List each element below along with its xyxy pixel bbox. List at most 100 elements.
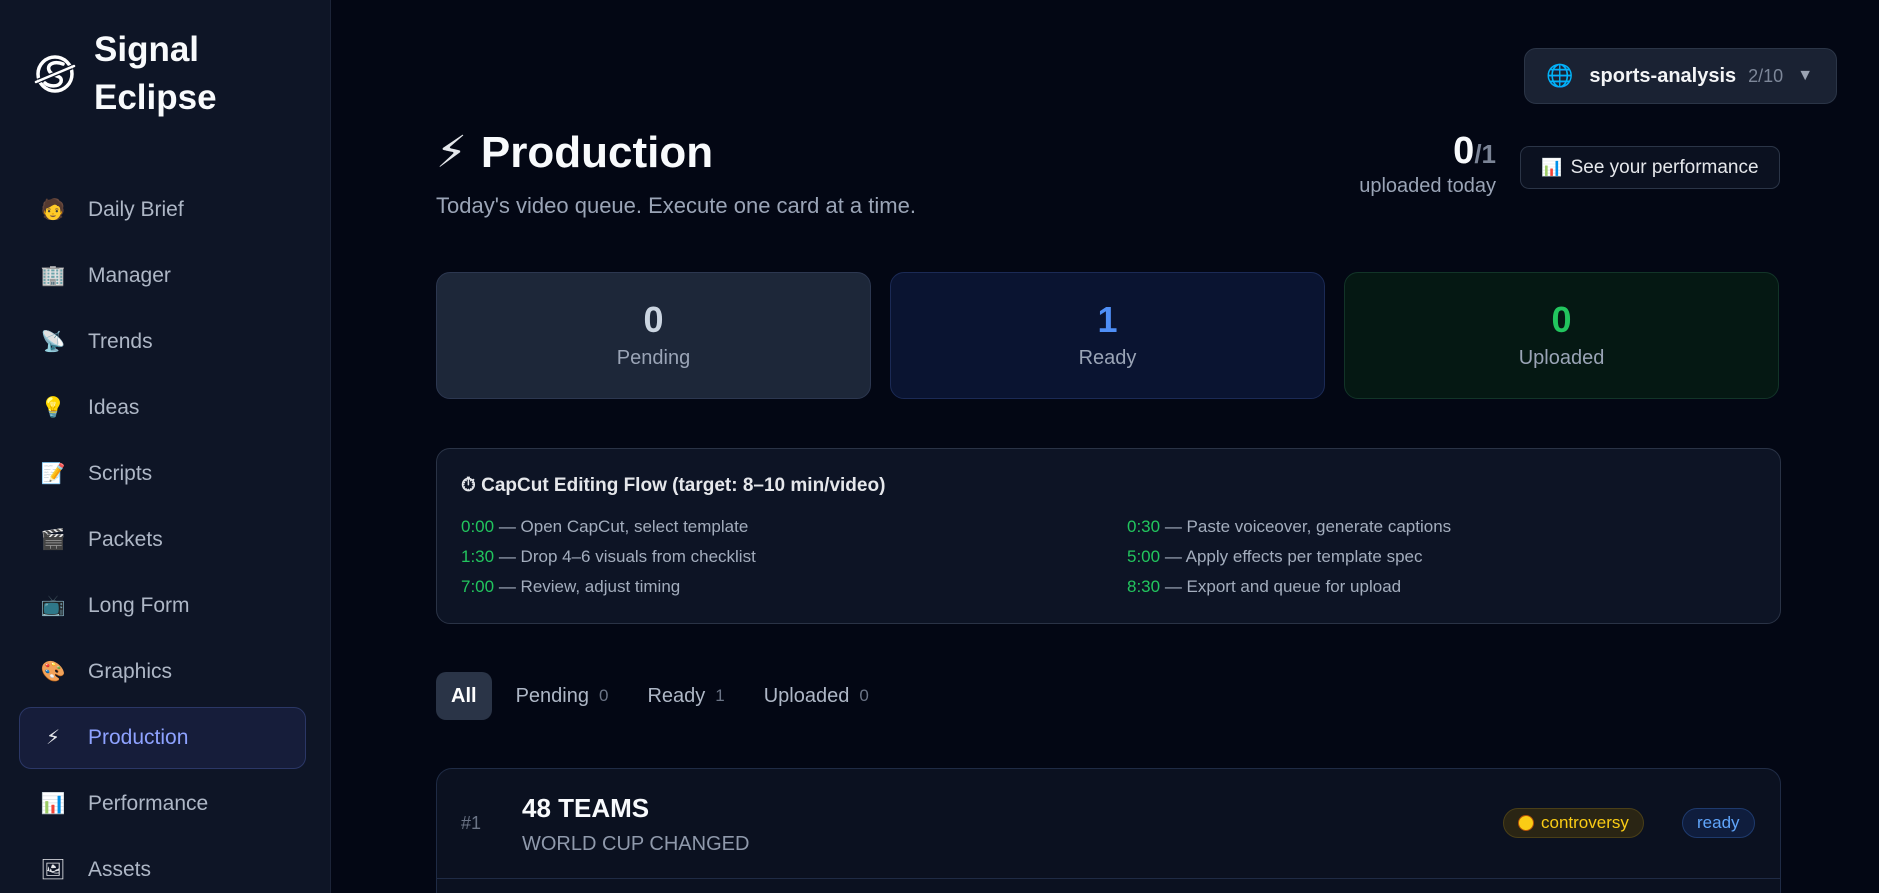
category-badge: controversy	[1503, 808, 1644, 838]
editing-flow-panel: ⏱ CapCut Editing Flow (target: 8–10 min/…	[436, 448, 1781, 624]
stat-value: 0	[1551, 299, 1572, 340]
satellite-dish-icon: 📡	[40, 331, 66, 353]
flow-step: 0:30 — Paste voiceover, generate caption…	[1127, 517, 1451, 537]
person-icon: 🧑	[40, 199, 66, 221]
uploaded-count: 0	[1453, 130, 1475, 172]
stat-label: Pending	[616, 347, 691, 369]
flow-step-text: — Review, adjust timing	[498, 577, 681, 596]
tab-label: Pending	[515, 684, 589, 707]
sidebar-item-label: Manager	[88, 264, 171, 287]
palette-icon: 🎨	[40, 661, 66, 683]
sidebar-item-production[interactable]: ⚡ Production	[19, 707, 306, 769]
building-icon: 🏢	[40, 265, 66, 287]
sidebar-item-manager[interactable]: 🏢 Manager	[19, 245, 306, 307]
sidebar-item-daily-brief[interactable]: 🧑 Daily Brief	[19, 179, 306, 241]
flow-step-text: — Apply effects per template spec	[1164, 547, 1423, 566]
clapperboard-icon: 🎬	[40, 529, 66, 551]
sidebar-nav: 🧑 Daily Brief 🏢 Manager 📡 Trends 💡 Ideas…	[19, 179, 306, 893]
tab-label: Ready	[647, 684, 706, 707]
memo-icon: 📝	[40, 463, 66, 485]
video-card[interactable]: #1 48 TEAMS WORLD CUP CHANGED controvers…	[436, 768, 1781, 893]
stat-label: Uploaded	[1518, 347, 1605, 369]
tab-ready[interactable]: Ready 1	[632, 672, 739, 720]
sidebar-item-trends[interactable]: 📡 Trends	[19, 311, 306, 373]
lightning-icon: ⚡	[45, 727, 61, 749]
workspace-selector[interactable]: 🌐 sports-analysis 2/10 ▼	[1524, 48, 1837, 104]
see-performance-label: See your performance	[1570, 156, 1759, 178]
tab-all[interactable]: All	[436, 672, 492, 720]
bar-chart-icon: 📊	[1541, 157, 1563, 177]
lightning-icon: ⚡	[436, 128, 467, 177]
sidebar-item-ideas[interactable]: 💡 Ideas	[19, 377, 306, 439]
flow-step-time: 7:00	[461, 577, 495, 596]
flow-step-text: — Paste voiceover, generate captions	[1164, 517, 1452, 536]
card-subtitle: WORLD CUP CHANGED	[522, 833, 750, 855]
lightbulb-icon: 💡	[40, 397, 66, 419]
television-icon: 📺	[40, 595, 66, 617]
editing-flow-title: ⏱ CapCut Editing Flow (target: 8–10 min/…	[461, 475, 886, 496]
sidebar-item-label: Trends	[88, 330, 153, 353]
flow-step: 7:00 — Review, adjust timing	[461, 577, 680, 597]
flow-step-time: 0:00	[461, 517, 495, 536]
stat-label: Ready	[1078, 347, 1137, 369]
sidebar-item-packets[interactable]: 🎬 Packets	[19, 509, 306, 571]
tab-count: 1	[715, 686, 725, 705]
stat-value: 1	[1097, 299, 1118, 340]
brand-name: Signal Eclipse	[94, 30, 217, 117]
flow-step: 0:00 — Open CapCut, select template	[461, 517, 748, 537]
tab-label: Uploaded	[763, 684, 850, 707]
stat-card-uploaded: 0 Uploaded	[1344, 272, 1779, 399]
stat-card-pending: 0 Pending	[436, 272, 871, 399]
sidebar-item-long-form[interactable]: 📺 Long Form	[19, 575, 306, 637]
status-badge: ready	[1682, 808, 1755, 838]
flow-step-time: 5:00	[1127, 547, 1161, 566]
yellow-circle-icon	[1518, 815, 1534, 831]
flow-step-text: — Export and queue for upload	[1164, 577, 1402, 596]
flow-step-time: 8:30	[1127, 577, 1161, 596]
tab-uploaded[interactable]: Uploaded 0	[749, 672, 884, 720]
framed-picture-icon: 🖼	[40, 859, 66, 881]
sidebar-item-label: Scripts	[88, 462, 153, 485]
workspace-name: sports-analysis	[1589, 64, 1737, 87]
workspace-count: 2/10	[1748, 65, 1784, 86]
flow-step: 1:30 — Drop 4–6 visuals from checklist	[461, 547, 756, 567]
sidebar-item-assets[interactable]: 🖼 Assets	[19, 839, 306, 893]
sidebar: Signal Eclipse 🧑 Daily Brief 🏢 Manager 📡…	[0, 0, 331, 893]
sidebar-item-label: Performance	[88, 792, 209, 815]
signal-eclipse-logo-icon	[34, 55, 76, 93]
uploaded-today-value: 0/1	[1330, 130, 1496, 173]
tab-count: 0	[598, 686, 609, 705]
flow-step-text: — Open CapCut, select template	[498, 517, 749, 536]
sidebar-item-scripts[interactable]: 📝 Scripts	[19, 443, 306, 505]
uploaded-today-label: uploaded today	[1359, 175, 1496, 197]
tab-count: 0	[859, 686, 869, 705]
tab-pending[interactable]: Pending 0	[501, 672, 624, 720]
flow-step: 5:00 — Apply effects per template spec	[1127, 547, 1422, 567]
flow-step-time: 0:30	[1127, 517, 1161, 536]
see-performance-button[interactable]: 📊 See your performance	[1520, 146, 1780, 189]
flow-step-time: 1:30	[461, 547, 495, 566]
sidebar-item-performance[interactable]: 📊 Performance	[19, 773, 306, 835]
sidebar-item-label: Packets	[88, 528, 163, 551]
brand[interactable]: Signal Eclipse	[32, 26, 254, 122]
page-title-text: Production	[480, 128, 714, 177]
flow-step: 8:30 — Export and queue for upload	[1127, 577, 1401, 597]
uploaded-total: /1	[1474, 139, 1496, 169]
tab-label: All	[451, 684, 477, 707]
bar-chart-icon: 📊	[40, 793, 66, 815]
uploaded-today-counter: 0/1 uploaded today	[1330, 130, 1496, 198]
sidebar-item-label: Ideas	[88, 396, 140, 419]
sidebar-item-label: Daily Brief	[88, 198, 184, 221]
filter-tabs: All Pending 0 Ready 1 Uploaded 0	[436, 672, 893, 720]
sidebar-item-label: Long Form	[88, 594, 190, 617]
globe-icon: 🌐	[1546, 63, 1574, 88]
stat-card-ready: 1 Ready	[890, 272, 1325, 399]
card-title: 48 TEAMS	[522, 793, 650, 823]
flow-step-text: — Drop 4–6 visuals from checklist	[498, 547, 756, 566]
sidebar-item-label: Graphics	[88, 660, 173, 683]
chevron-down-icon: ▼	[1797, 67, 1814, 84]
sidebar-item-graphics[interactable]: 🎨 Graphics	[19, 641, 306, 703]
sidebar-item-label: Assets	[88, 858, 152, 881]
card-divider	[437, 878, 1780, 879]
page-subtitle: Today's video queue. Execute one card at…	[436, 193, 916, 218]
